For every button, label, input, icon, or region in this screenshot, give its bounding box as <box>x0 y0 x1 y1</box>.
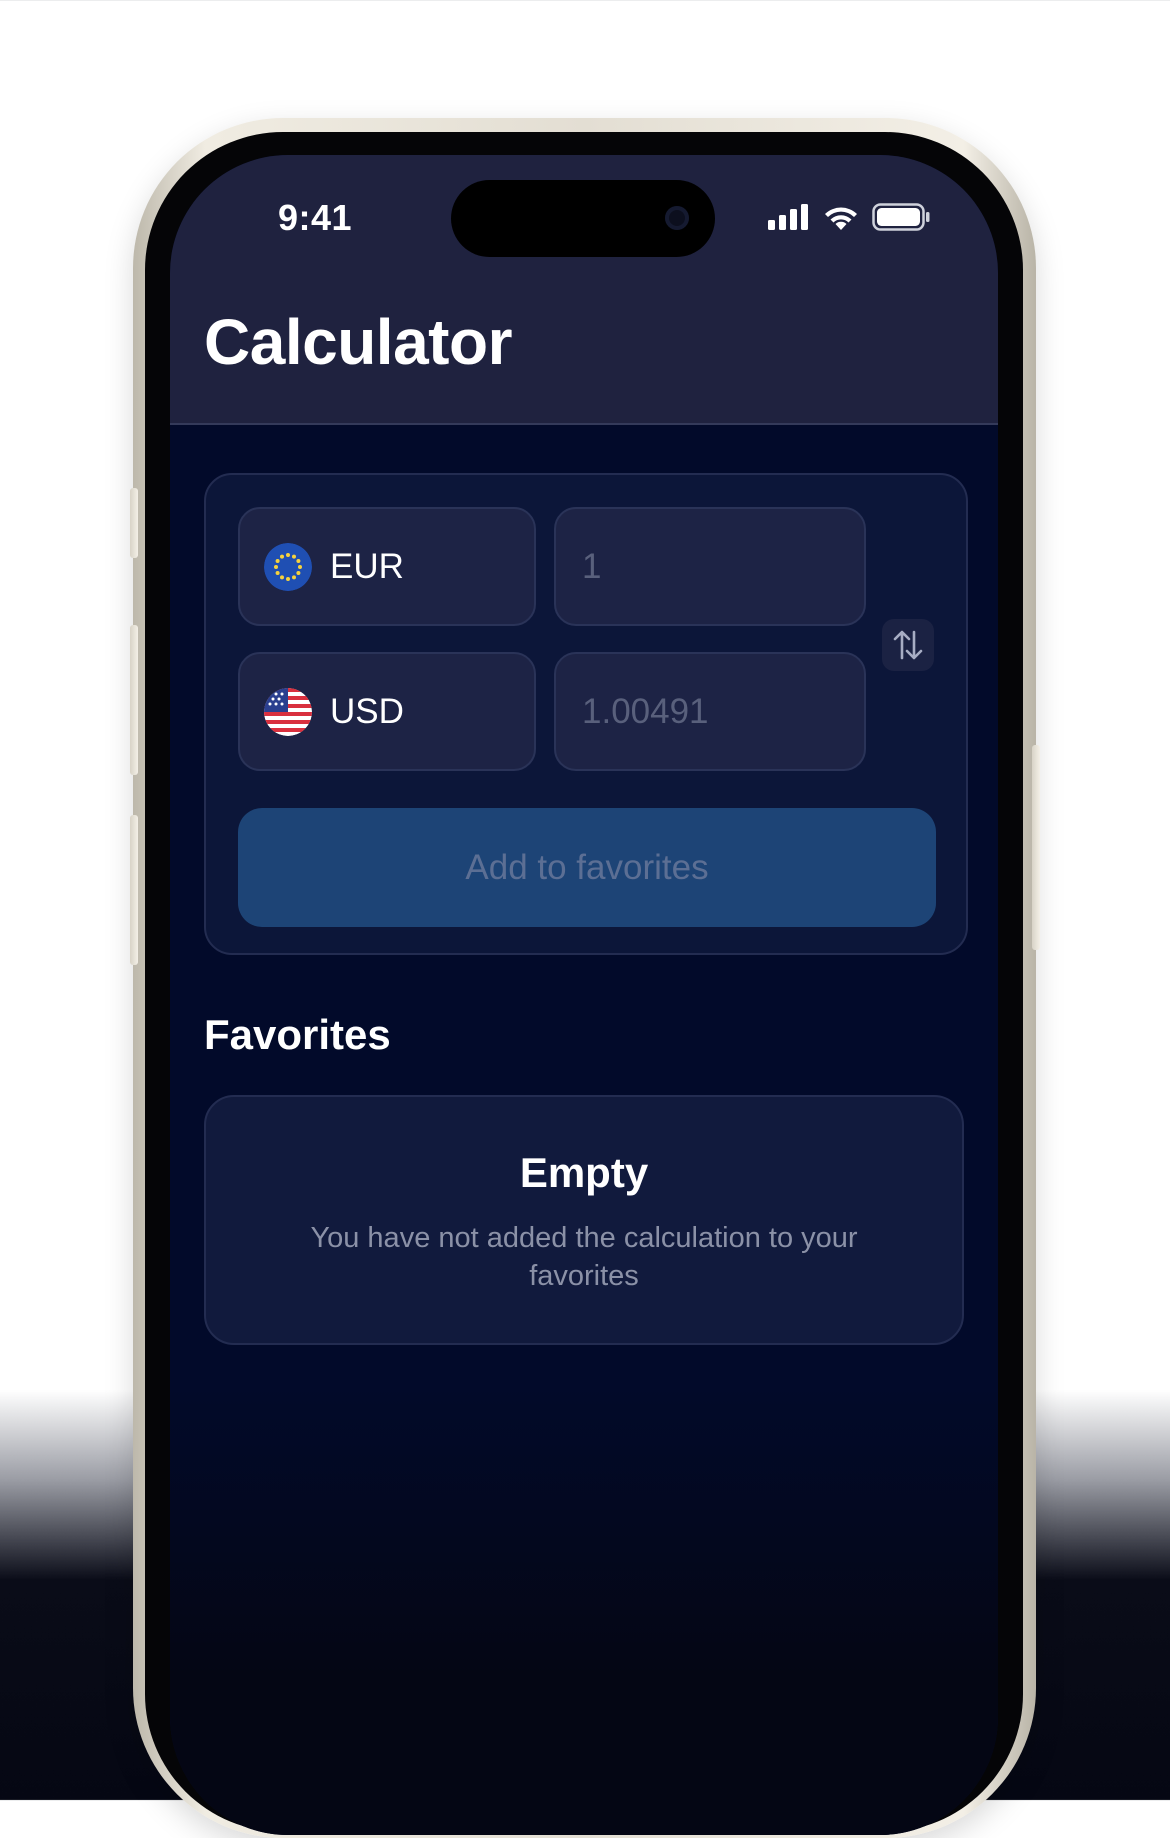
battery-icon <box>872 203 930 231</box>
phone-volume-up-button <box>130 625 138 775</box>
from-currency-selector[interactable]: EUR <box>238 507 536 626</box>
cellular-signal-icon <box>768 204 808 230</box>
page-title: Calculator <box>204 306 512 378</box>
screen-bottom-fade <box>170 1385 998 1835</box>
favorites-heading: Favorites <box>204 1011 391 1058</box>
swap-arrows-icon <box>893 630 923 660</box>
status-icons <box>768 203 930 231</box>
favorites-empty-state: Empty You have not added the calculation… <box>204 1095 964 1345</box>
phone-action-button <box>130 488 138 558</box>
us-flag-icon <box>264 687 312 736</box>
empty-state-message: You have not added the calculation to yo… <box>310 1222 858 1292</box>
to-currency-code: USD <box>330 691 404 731</box>
wifi-icon <box>825 207 857 230</box>
to-currency-selector[interactable]: USD <box>238 652 536 771</box>
phone-screen: 9:41 Calculator EUR 1 USD 1.00491 Add to… <box>170 155 998 1835</box>
phone-volume-down-button <box>130 815 138 965</box>
converter-card: EUR 1 USD 1.00491 Add to favorites <box>204 473 968 955</box>
from-currency-code: EUR <box>330 546 404 586</box>
status-time: 9:41 <box>278 197 353 238</box>
phone-power-button <box>1032 745 1040 950</box>
add-to-favorites-button[interactable]: Add to favorites <box>238 808 936 927</box>
to-amount-field[interactable] <box>554 652 866 771</box>
swap-currencies-button[interactable] <box>882 619 934 671</box>
app-header: 9:41 Calculator <box>170 155 998 425</box>
empty-state-title: Empty <box>519 1149 649 1196</box>
dynamic-island <box>451 180 715 257</box>
to-amount-input[interactable] <box>580 690 844 733</box>
from-amount-field[interactable] <box>554 507 866 626</box>
front-camera <box>665 206 689 230</box>
eu-flag-icon <box>264 542 312 591</box>
from-amount-input[interactable] <box>580 545 844 588</box>
